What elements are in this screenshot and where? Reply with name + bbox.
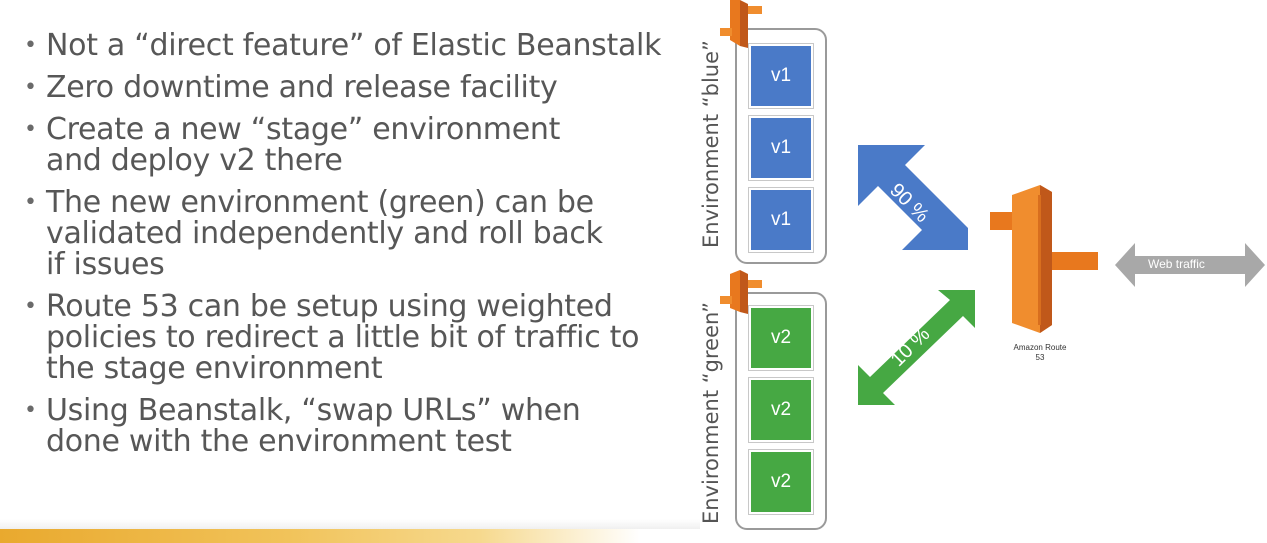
route53-icon (990, 185, 1098, 333)
elastic-beanstalk-icon (720, 270, 762, 314)
route53-label: Amazon Route 53 (1013, 343, 1067, 362)
diagram-graphics (720, 0, 1265, 405)
elastic-beanstalk-icon (720, 0, 762, 48)
web-traffic-label: Web traffic (1148, 257, 1205, 271)
